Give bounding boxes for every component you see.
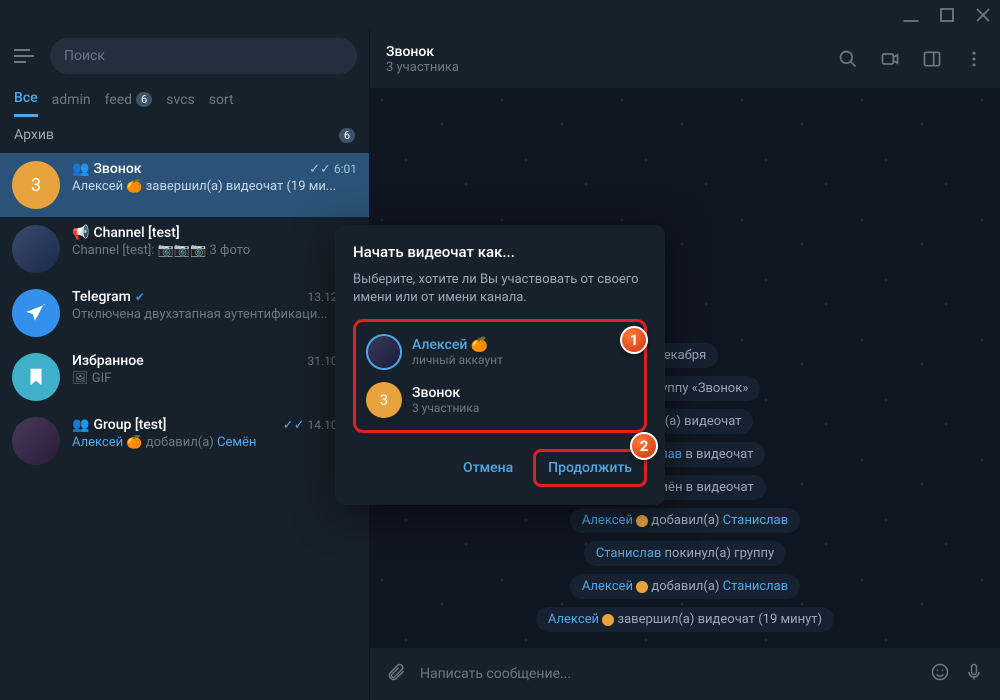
chat-name: Избранное <box>72 353 144 369</box>
tab-svcs[interactable]: svcs <box>166 90 194 117</box>
chat-preview: Алексей 🍊 добавил(а) Семён <box>72 435 357 450</box>
close-button[interactable] <box>974 6 992 24</box>
tab-admin[interactable]: admin <box>52 90 91 117</box>
folder-tabs: Все admin feed 6 svcs sort <box>0 82 369 117</box>
chat-header: Звонок 3 участника <box>370 30 1000 88</box>
avatar <box>366 334 402 370</box>
service-message: Станислав покинул(а) группу <box>584 541 786 566</box>
avatar: 3 <box>366 382 402 418</box>
menu-icon[interactable] <box>12 47 36 65</box>
avatar <box>12 225 60 273</box>
attach-icon[interactable] <box>386 662 406 686</box>
message-input[interactable]: Написать сообщение... <box>420 666 916 682</box>
maximize-button[interactable] <box>938 6 956 24</box>
message-composer: Написать сообщение... <box>370 648 1000 700</box>
annotation-marker-1: 1 <box>620 326 648 354</box>
titlebar <box>0 0 1000 30</box>
start-videochat-dialog: Начать видеочат как... Выберите, хотите … <box>335 225 665 505</box>
option-group[interactable]: 3 Звонок 3 участника <box>360 376 640 424</box>
call-icon[interactable] <box>880 47 900 71</box>
header-subtitle: 3 участника <box>386 60 459 75</box>
service-message: Алексей добавил(а) Станислав <box>570 508 800 533</box>
sidebar: Поиск Все admin feed 6 svcs sort Архив 6… <box>0 30 370 700</box>
more-icon[interactable] <box>964 47 984 71</box>
chat-preview: Алексей 🍊 завершил(а) видеочат (19 ми... <box>72 179 357 194</box>
dialog-title: Начать видеочат как... <box>353 243 647 261</box>
minimize-button[interactable] <box>902 6 920 24</box>
avatar: 3 <box>12 161 60 209</box>
app-window: Поиск Все admin feed 6 svcs sort Архив 6… <box>0 0 1000 700</box>
chat-item[interactable]: 3 👥 Звонок ✓✓ 6:01 Алексей 🍊 завершил(а)… <box>0 153 369 217</box>
search-icon[interactable] <box>838 47 858 71</box>
chat-list: 3 👥 Звонок ✓✓ 6:01 Алексей 🍊 завершил(а)… <box>0 153 369 700</box>
search-placeholder: Поиск <box>64 48 105 64</box>
chat-item[interactable]: Избранное 31.10.2... 🖼 GIF <box>0 345 369 409</box>
chat-preview: Channel [test]: 📷📷📷 3 фото <box>72 243 357 258</box>
archive-row[interactable]: Архив 6 <box>0 117 369 153</box>
cancel-button[interactable]: Отмена <box>451 452 525 484</box>
chat-name: Telegram ✔ <box>72 289 145 305</box>
avatar <box>12 417 60 465</box>
tab-all[interactable]: Все <box>14 90 38 117</box>
continue-button[interactable]: Продолжить <box>536 452 644 484</box>
dialog-description: Выберите, хотите ли Вы участвовать от св… <box>353 271 647 307</box>
chat-preview: Отключена двухэтапная аутентификаци... <box>72 307 357 322</box>
chat-name: 👥 Group [test] <box>72 417 166 433</box>
tab-sort[interactable]: sort <box>209 90 234 117</box>
option-personal[interactable]: Алексей 🍊 личный аккаунт <box>360 328 640 376</box>
header-title: Звонок <box>386 44 459 60</box>
annotation-marker-2: 2 <box>630 432 658 460</box>
continue-button-highlight: 2 Продолжить <box>533 449 647 487</box>
chat-item[interactable]: 📢 Channel [test] 2... Channel [test]: 📷📷… <box>0 217 369 281</box>
tab-feed[interactable]: feed 6 <box>105 90 153 117</box>
voice-icon[interactable] <box>964 662 984 686</box>
chat-item[interactable]: 👥 Group [test] ✓✓ 14.10.2... Алексей 🍊 д… <box>0 409 369 473</box>
avatar <box>12 289 60 337</box>
service-message: Алексей добавил(а) Станислав <box>570 574 800 599</box>
service-message: Алексей завершил(а) видеочат (19 минут) <box>536 607 834 632</box>
chat-item[interactable]: Telegram ✔ 13.12.2... Отключена двухэтап… <box>0 281 369 345</box>
chat-name: 👥 Звонок <box>72 161 142 177</box>
avatar <box>12 353 60 401</box>
chat-preview: 🖼 GIF <box>72 371 357 386</box>
search-input[interactable]: Поиск <box>50 38 357 74</box>
panel-icon[interactable] <box>922 47 942 71</box>
emoji-icon[interactable] <box>930 662 950 686</box>
verified-icon: ✔ <box>135 290 145 304</box>
account-options: 1 Алексей 🍊 личный аккаунт 3 Звонок 3 уч… <box>353 319 647 433</box>
chat-name: 📢 Channel [test] <box>72 225 180 241</box>
